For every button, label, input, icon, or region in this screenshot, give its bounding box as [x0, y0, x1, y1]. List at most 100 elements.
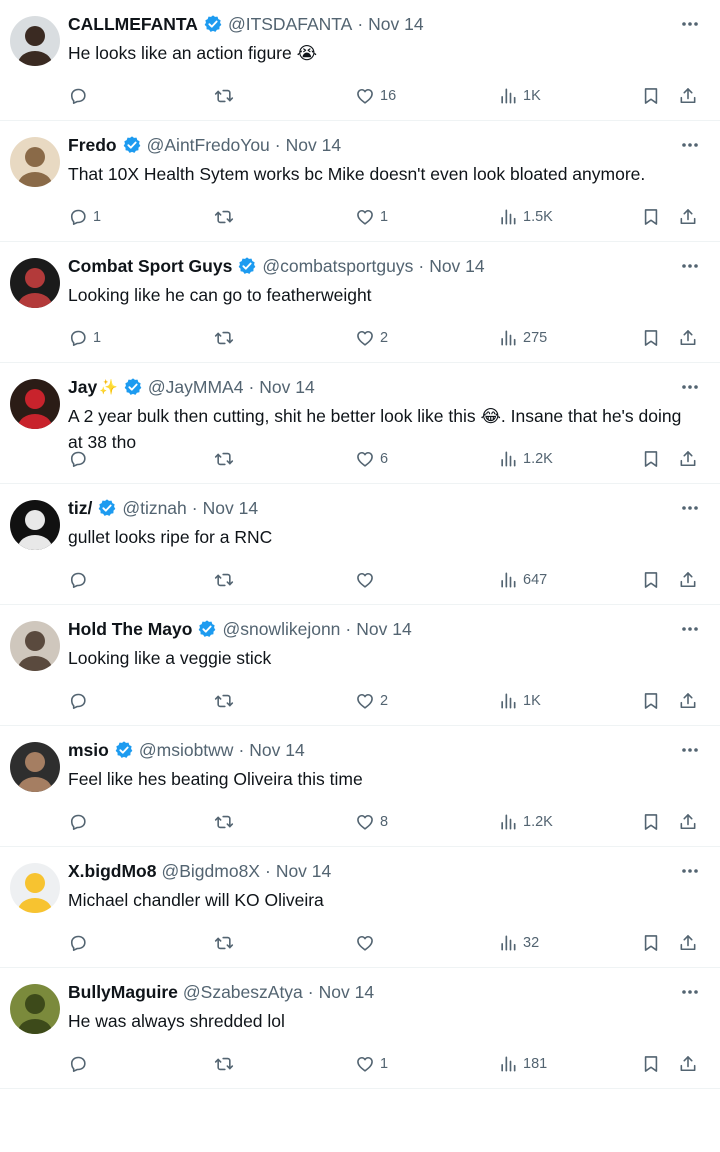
retweet-button[interactable] — [214, 326, 239, 350]
reply-item[interactable]: Jay ✨ @JayMMA4 · Nov 14 A 2 year bulk then cu… — [0, 363, 720, 484]
post-date[interactable]: Nov 14 — [429, 256, 484, 277]
retweet-button[interactable] — [214, 1052, 239, 1076]
bookmark-button[interactable] — [641, 810, 661, 834]
like-button[interactable]: 16 — [355, 84, 396, 108]
retweet-button[interactable] — [214, 84, 239, 108]
bookmark-button[interactable] — [641, 205, 661, 229]
reply-button[interactable] — [68, 931, 93, 955]
share-button[interactable] — [678, 447, 698, 471]
display-name[interactable]: Hold The Mayo — [68, 619, 192, 640]
share-button[interactable] — [678, 205, 698, 229]
bookmark-button[interactable] — [641, 1052, 661, 1076]
user-handle[interactable]: @AintFredoYou — [147, 135, 270, 156]
bookmark-button[interactable] — [641, 931, 661, 955]
post-date[interactable]: Nov 14 — [286, 135, 341, 156]
user-handle[interactable]: @tiznah — [122, 498, 186, 519]
user-handle[interactable]: @JayMMA4 — [148, 377, 244, 398]
post-date[interactable]: Nov 14 — [319, 982, 374, 1003]
retweet-button[interactable] — [214, 689, 239, 713]
like-button[interactable]: 6 — [355, 447, 388, 471]
share-button[interactable] — [678, 810, 698, 834]
display-name[interactable]: Jay — [68, 377, 97, 398]
more-dots-icon[interactable] — [680, 137, 700, 153]
like-button[interactable] — [355, 931, 380, 955]
more-dots-icon[interactable] — [680, 16, 700, 32]
share-button[interactable] — [678, 931, 698, 955]
display-name[interactable]: Combat Sport Guys — [68, 256, 232, 277]
reply-button[interactable] — [68, 568, 93, 592]
display-name[interactable]: Fredo — [68, 135, 117, 156]
bookmark-button[interactable] — [641, 84, 661, 108]
views-button[interactable]: 1.2K — [498, 810, 553, 834]
share-button[interactable] — [678, 84, 698, 108]
user-handle[interactable]: @msiobtww — [139, 740, 234, 761]
user-handle[interactable]: @SzabeszAtya — [183, 982, 303, 1003]
display-name[interactable]: X.bigdMo8 — [68, 861, 156, 882]
reply-button[interactable] — [68, 1052, 93, 1076]
more-dots-icon[interactable] — [680, 379, 700, 395]
user-handle[interactable]: @ITSDAFANTA — [228, 14, 352, 35]
more-dots-icon[interactable] — [680, 500, 700, 516]
reply-item[interactable]: tiz/ @tiznah · Nov 14 gullet looks ripe for … — [0, 484, 720, 605]
views-button[interactable]: 1.2K — [498, 447, 553, 471]
retweet-button[interactable] — [214, 205, 239, 229]
reply-button[interactable] — [68, 689, 93, 713]
avatar[interactable] — [10, 621, 60, 671]
views-button[interactable]: 647 — [498, 568, 547, 592]
post-date[interactable]: Nov 14 — [276, 861, 331, 882]
avatar[interactable] — [10, 137, 60, 187]
display-name[interactable]: CALLMEFANTA — [68, 14, 198, 35]
share-button[interactable] — [678, 689, 698, 713]
post-date[interactable]: Nov 14 — [259, 377, 314, 398]
reply-item[interactable]: Combat Sport Guys @combatsportguys · Nov 14… — [0, 242, 720, 363]
like-button[interactable]: 1 — [355, 205, 388, 229]
post-date[interactable]: Nov 14 — [249, 740, 304, 761]
avatar[interactable] — [10, 500, 60, 550]
reply-button[interactable] — [68, 84, 93, 108]
views-button[interactable]: 1K — [498, 84, 541, 108]
views-button[interactable]: 181 — [498, 1052, 547, 1076]
retweet-button[interactable] — [214, 931, 239, 955]
reply-button[interactable] — [68, 810, 93, 834]
share-button[interactable] — [678, 326, 698, 350]
like-button[interactable]: 1 — [355, 1052, 388, 1076]
reply-item[interactable]: X.bigdMo8 @Bigdmo8X · Nov 14 Michael chandle… — [0, 847, 720, 968]
more-dots-icon[interactable] — [680, 863, 700, 879]
bookmark-button[interactable] — [641, 568, 661, 592]
bookmark-button[interactable] — [641, 326, 661, 350]
like-button[interactable] — [355, 568, 380, 592]
avatar[interactable] — [10, 863, 60, 913]
like-button[interactable]: 8 — [355, 810, 388, 834]
like-button[interactable]: 2 — [355, 689, 388, 713]
avatar[interactable] — [10, 258, 60, 308]
post-date[interactable]: Nov 14 — [203, 498, 258, 519]
share-button[interactable] — [678, 568, 698, 592]
avatar[interactable] — [10, 379, 60, 429]
reply-button[interactable]: 1 — [68, 326, 101, 350]
user-handle[interactable]: @snowlikejonn — [222, 619, 340, 640]
avatar[interactable] — [10, 984, 60, 1034]
views-button[interactable]: 1K — [498, 689, 541, 713]
reply-item[interactable]: BullyMaguire @SzabeszAtya · Nov 14 He was al… — [0, 968, 720, 1089]
display-name[interactable]: msio — [68, 740, 109, 761]
bookmark-button[interactable] — [641, 689, 661, 713]
retweet-button[interactable] — [214, 568, 239, 592]
more-dots-icon[interactable] — [680, 742, 700, 758]
more-dots-icon[interactable] — [680, 621, 700, 637]
display-name[interactable]: tiz/ — [68, 498, 92, 519]
retweet-button[interactable] — [214, 447, 239, 471]
reply-button[interactable]: 1 — [68, 205, 101, 229]
retweet-button[interactable] — [214, 810, 239, 834]
user-handle[interactable]: @Bigdmo8X — [161, 861, 260, 882]
post-date[interactable]: Nov 14 — [368, 14, 423, 35]
views-button[interactable]: 275 — [498, 326, 547, 350]
post-date[interactable]: Nov 14 — [356, 619, 411, 640]
bookmark-button[interactable] — [641, 447, 661, 471]
reply-button[interactable] — [68, 447, 93, 471]
reply-item[interactable]: msio @msiobtww · Nov 14 Feel like hes beatin… — [0, 726, 720, 847]
more-dots-icon[interactable] — [680, 258, 700, 274]
avatar[interactable] — [10, 742, 60, 792]
reply-item[interactable]: CALLMEFANTA @ITSDAFANTA · Nov 14 He looks li… — [0, 0, 720, 121]
display-name[interactable]: BullyMaguire — [68, 982, 178, 1003]
like-button[interactable]: 2 — [355, 326, 388, 350]
